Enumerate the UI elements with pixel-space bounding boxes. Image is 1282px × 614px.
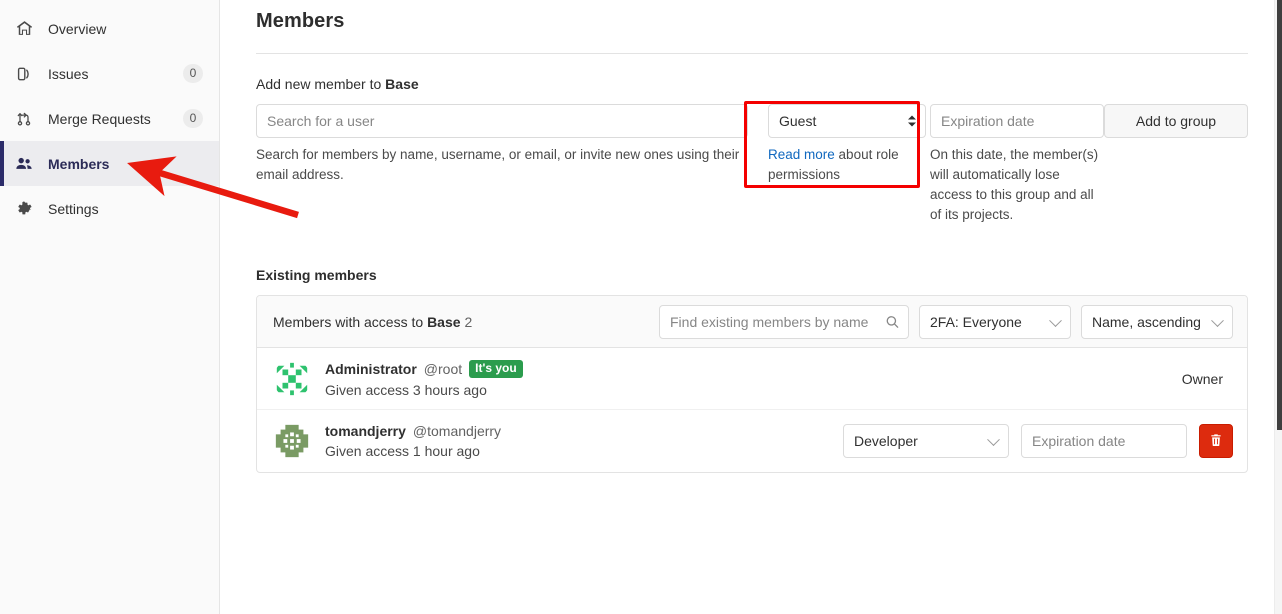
chevron-down-icon bbox=[987, 433, 1000, 446]
member-expiration-input[interactable] bbox=[1021, 424, 1187, 458]
add-member-heading: Add new member to Base bbox=[256, 76, 1248, 92]
member-username: @root bbox=[424, 361, 462, 377]
member-identity: tomandjerry @tomandjerry bbox=[325, 423, 843, 439]
member-info: Administrator @root It's you Given acces… bbox=[325, 360, 1182, 398]
sidebar-item-settings[interactable]: Settings bbox=[0, 186, 219, 231]
existing-members-panel: Members with access to Base 2 2FA: Everyo… bbox=[256, 295, 1248, 473]
members-page: Overview Issues 0 Merge Reques bbox=[0, 0, 1282, 614]
members-icon bbox=[14, 154, 34, 174]
expiration-help-text: On this date, the member(s) will automat… bbox=[930, 145, 1104, 225]
home-icon bbox=[14, 19, 34, 39]
user-search-input[interactable] bbox=[256, 104, 748, 138]
remove-member-button[interactable] bbox=[1199, 424, 1233, 458]
sort-value: Name, ascending bbox=[1092, 314, 1201, 330]
sidebar-item-merge-requests[interactable]: Merge Requests 0 bbox=[0, 96, 219, 141]
sidebar-item-issues[interactable]: Issues 0 bbox=[0, 51, 219, 96]
chevron-down-icon bbox=[1049, 314, 1062, 327]
role-help-text: Read more about role permissions bbox=[768, 145, 926, 185]
sidebar-item-label: Merge Requests bbox=[48, 111, 183, 127]
member-name: tomandjerry bbox=[325, 423, 406, 439]
existing-members-header: Members with access to Base 2 2FA: Everyo… bbox=[257, 296, 1247, 348]
sidebar-item-label: Members bbox=[48, 156, 207, 172]
sidebar-item-label: Issues bbox=[48, 66, 183, 82]
add-member-form: Search for members by name, username, or… bbox=[256, 104, 1248, 225]
existing-members-title: Existing members bbox=[256, 267, 1248, 283]
add-member-expiration-column: On this date, the member(s) will automat… bbox=[926, 104, 1104, 225]
status-badge: It's you bbox=[469, 360, 523, 378]
member-info: tomandjerry @tomandjerry Given access 1 … bbox=[325, 423, 843, 459]
search-icon bbox=[885, 314, 900, 329]
member-identity: Administrator @root It's you bbox=[325, 360, 1182, 378]
role-select[interactable]: Guest bbox=[768, 104, 926, 138]
add-to-group-button[interactable]: Add to group bbox=[1104, 104, 1248, 138]
table-row: tomandjerry @tomandjerry Given access 1 … bbox=[257, 410, 1247, 472]
member-name: Administrator bbox=[325, 361, 417, 377]
filter-2fa-value: 2FA: Everyone bbox=[930, 314, 1022, 330]
add-member-group-name: Base bbox=[385, 76, 418, 92]
add-member-heading-prefix: Add new member to bbox=[256, 76, 385, 92]
sidebar: Overview Issues 0 Merge Reques bbox=[0, 0, 220, 614]
title-divider bbox=[256, 53, 1248, 54]
chevron-down-icon bbox=[1211, 314, 1224, 327]
find-members-input[interactable] bbox=[659, 305, 909, 339]
member-access-time: Given access 1 hour ago bbox=[325, 443, 843, 459]
sort-select[interactable]: Name, ascending bbox=[1081, 305, 1233, 339]
table-row: Administrator @root It's you Given acces… bbox=[257, 348, 1247, 410]
add-member-role-column: Guest Read more about role permissions bbox=[748, 104, 926, 185]
filter-2fa-select[interactable]: 2FA: Everyone bbox=[919, 305, 1071, 339]
members-count: 2 bbox=[465, 314, 473, 330]
member-role-select-wrapper: Developer bbox=[843, 424, 1009, 458]
add-member-search-column: Search for members by name, username, or… bbox=[256, 104, 748, 185]
member-username: @tomandjerry bbox=[413, 423, 501, 439]
member-access-time: Given access 3 hours ago bbox=[325, 382, 1182, 398]
member-role-select[interactable]: Developer bbox=[843, 424, 1009, 458]
merge-request-icon bbox=[14, 109, 34, 129]
member-role-value: Developer bbox=[854, 433, 918, 449]
read-more-role-permissions-link[interactable]: Read more bbox=[768, 147, 835, 162]
member-role-static: Owner bbox=[1182, 371, 1233, 387]
spinner-arrows-icon bbox=[908, 116, 916, 127]
sidebar-item-members[interactable]: Members bbox=[0, 141, 219, 186]
role-select-value: Guest bbox=[779, 113, 816, 129]
main-content: Members Add new member to Base Search fo… bbox=[220, 0, 1282, 614]
filter-2fa-wrapper: 2FA: Everyone bbox=[919, 305, 1071, 339]
issues-icon bbox=[14, 64, 34, 84]
user-search-help: Search for members by name, username, or… bbox=[256, 145, 748, 185]
scrollbar-thumb[interactable] bbox=[1277, 0, 1282, 430]
members-access-prefix: Members with access to bbox=[273, 314, 427, 330]
members-access-label: Members with access to Base 2 bbox=[273, 314, 659, 330]
add-member-submit-column: Add to group bbox=[1104, 104, 1248, 138]
gear-icon bbox=[14, 199, 34, 219]
trash-icon bbox=[1209, 433, 1223, 450]
sort-wrapper: Name, ascending bbox=[1081, 305, 1233, 339]
expiration-date-input[interactable] bbox=[930, 104, 1104, 138]
avatar bbox=[273, 422, 311, 460]
sidebar-item-overview[interactable]: Overview bbox=[0, 6, 219, 51]
avatar bbox=[273, 360, 311, 398]
issues-count-badge: 0 bbox=[183, 64, 203, 83]
member-controls: Developer bbox=[843, 424, 1233, 458]
member-controls: Owner bbox=[1182, 371, 1233, 387]
merge-requests-count-badge: 0 bbox=[183, 109, 203, 128]
members-access-group: Base bbox=[427, 314, 460, 330]
find-members-field bbox=[659, 305, 909, 339]
sidebar-item-label: Settings bbox=[48, 201, 207, 217]
sidebar-item-label: Overview bbox=[48, 21, 207, 37]
page-title: Members bbox=[256, 10, 1248, 53]
